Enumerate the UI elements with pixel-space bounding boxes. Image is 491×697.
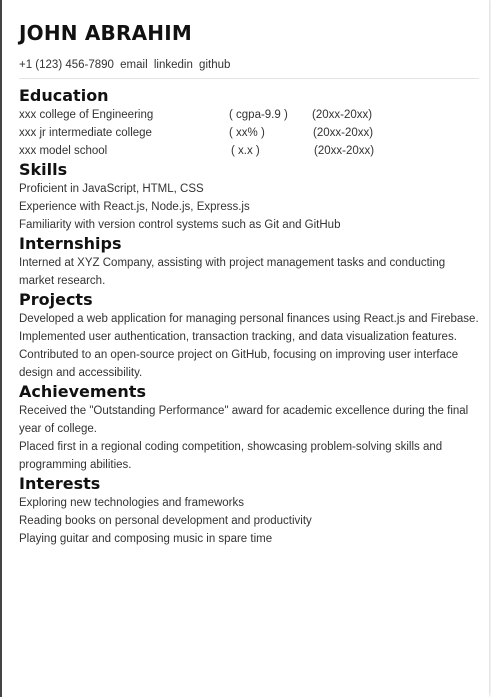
- achievement-item: Received the "Outstanding Performance" a…: [19, 405, 469, 435]
- projects-section: Projects Developed a web application for…: [19, 290, 479, 382]
- projects-heading: Projects: [19, 290, 93, 309]
- interests-section: Interests Exploring new technologies and…: [19, 474, 479, 548]
- project-item: Developed a web application for managing…: [19, 313, 479, 325]
- interests-heading: Interests: [19, 474, 101, 493]
- skill-item: Experience with React.js, Node.js, Expre…: [19, 201, 250, 213]
- skill-item: Proficient in JavaScript, HTML, CSS: [19, 183, 204, 195]
- achievements-section: Achievements Received the "Outstanding P…: [19, 382, 479, 474]
- education-row: xxx college of Engineering ( cgpa-9.9 ) …: [19, 106, 479, 124]
- contact-phone: +1 (123) 456-7890: [19, 59, 114, 71]
- internship-item: Interned at XYZ Company, assisting with …: [19, 257, 446, 287]
- school-name: xxx jr intermediate college: [19, 127, 152, 139]
- school-name: xxx college of Engineering: [19, 109, 154, 121]
- contact-github-link[interactable]: github: [199, 59, 230, 71]
- education-row: xxx model school ( x.x ) (20xx-20xx): [19, 142, 479, 160]
- contact-bar: +1 (123) 456-7890 email linkedin github: [19, 58, 479, 79]
- skills-section: Skills Proficient in JavaScript, HTML, C…: [19, 160, 479, 234]
- school-score: ( cgpa-9.9 ): [229, 109, 288, 121]
- school-score: ( x.x ): [231, 145, 260, 157]
- school-name: xxx model school: [19, 145, 108, 157]
- contact-email-link[interactable]: email: [120, 59, 147, 71]
- school-years: (20xx-20xx): [314, 145, 375, 157]
- internships-section: Internships Interned at XYZ Company, ass…: [19, 234, 479, 290]
- internships-heading: Internships: [19, 234, 122, 253]
- candidate-name: JOHN ABRAHIM: [19, 21, 192, 45]
- project-item: Implemented user authentication, transac…: [19, 331, 457, 343]
- education-row: xxx jr intermediate college ( xx% ) (20x…: [19, 124, 479, 142]
- interest-item: Playing guitar and composing music in sp…: [19, 533, 273, 545]
- school-score: ( xx% ): [229, 127, 265, 139]
- skill-item: Familiarity with version control systems…: [19, 219, 341, 231]
- project-item: Contributed to an open-source project on…: [19, 349, 459, 379]
- contact-linkedin-link[interactable]: linkedin: [154, 59, 193, 71]
- education-section: Education xxx college of Engineering ( c…: [19, 86, 479, 160]
- resume-page: JOHN ABRAHIM +1 (123) 456-7890 email lin…: [19, 20, 479, 548]
- interest-item: Exploring new technologies and framework…: [19, 497, 245, 509]
- school-years: (20xx-20xx): [313, 127, 374, 139]
- interest-item: Reading books on personal development an…: [19, 515, 312, 527]
- achievements-heading: Achievements: [19, 382, 146, 401]
- skills-heading: Skills: [19, 160, 68, 179]
- education-heading: Education: [19, 86, 109, 105]
- achievement-item: Placed first in a regional coding compet…: [19, 441, 443, 471]
- school-years: (20xx-20xx): [312, 109, 373, 121]
